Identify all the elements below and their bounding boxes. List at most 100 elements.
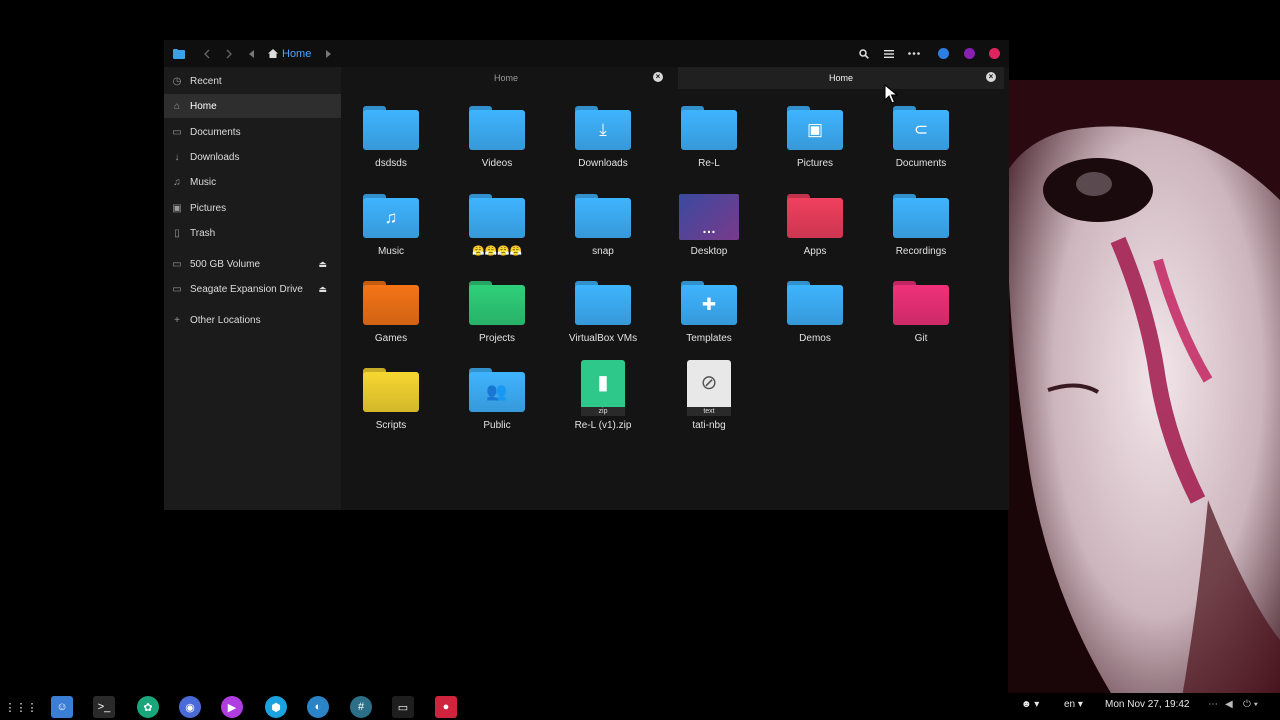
item-label: Apps (803, 246, 827, 257)
finder-icon[interactable]: ☺ (51, 696, 73, 718)
file-type-badge: text (687, 407, 731, 416)
folder-item[interactable]: VirtualBox VMs (553, 273, 653, 359)
item-label: Downloads (578, 158, 628, 169)
clock[interactable]: Mon Nov 27, 19:42 (1105, 699, 1190, 710)
language-label: en (1064, 699, 1076, 710)
item-label: snap (592, 246, 614, 257)
drive-icon: ▭ (172, 258, 182, 270)
network-icon[interactable]: ⋯ (1208, 699, 1218, 710)
item-label: tati-nbg (692, 420, 726, 431)
folder-app-icon (172, 45, 186, 62)
tab-label: Home (828, 73, 853, 83)
tab-close-icon[interactable]: × (653, 72, 663, 82)
folder-item[interactable]: 😤😤😤😤 (447, 186, 547, 272)
folder-item[interactable]: Git (871, 273, 971, 359)
eject-icon[interactable]: ⏏ (318, 259, 327, 270)
sidebar-item-downloads[interactable]: ↓ Downloads (164, 145, 341, 169)
status-face-icon[interactable]: ☻ ▾ (1021, 699, 1039, 710)
folder-item[interactable]: snap (553, 186, 653, 272)
folder-item[interactable]: Projects (447, 273, 547, 359)
sidebar-item-label: Documents (190, 126, 241, 138)
folder-item[interactable]: ⤓ Downloads (553, 98, 653, 184)
list-view-icon[interactable] (881, 45, 897, 62)
file-item[interactable]: … Desktop (659, 186, 759, 272)
sidebar-item-label: Downloads (190, 151, 240, 163)
path-home-button[interactable]: Home (268, 45, 320, 62)
folder-item[interactable]: ▣ Pictures (765, 98, 865, 184)
maximize-button[interactable] (964, 48, 975, 59)
text-file-icon: ⊘ text (687, 360, 731, 416)
home-icon (268, 49, 278, 58)
folder-item[interactable]: Apps (765, 186, 865, 272)
forward-arrow-icon[interactable] (222, 45, 236, 62)
chat-icon[interactable]: # (350, 696, 372, 718)
power-icon[interactable]: ⏻ ▾ (1243, 699, 1258, 710)
folder-icon (575, 281, 631, 327)
tab-home-2[interactable]: Home × (678, 67, 1004, 89)
minimize-button[interactable] (938, 48, 949, 59)
folder-icon (363, 368, 419, 414)
file-item[interactable]: ⊘ text tati-nbg (659, 360, 759, 446)
path-right-icon[interactable] (322, 45, 334, 62)
volume-icon[interactable]: ◀ (1225, 699, 1233, 710)
sidebar-item-other-locations[interactable]: + Other Locations (164, 308, 341, 332)
sidebar-item-home[interactable]: ⌂ Home (164, 94, 341, 118)
terminal-icon[interactable]: >_ (93, 696, 115, 718)
music-icon: ♫ (384, 208, 398, 227)
sidebar: ◷ Recent ⌂ Home ▭ Documents ↓ Downloads ♫ Music ▣ P… (164, 67, 341, 510)
item-label: Public (483, 420, 511, 431)
folder-item[interactable]: Recordings (871, 186, 971, 272)
apps-grid-icon[interactable]: ⋮⋮⋮ (5, 696, 38, 718)
zip-file-icon: ▮ zip (581, 360, 625, 416)
folder-item[interactable]: Re-L (659, 98, 759, 184)
folder-item[interactable]: Demos (765, 273, 865, 359)
path-left-icon[interactable] (246, 45, 258, 62)
openai-icon[interactable]: ✿ (137, 696, 159, 718)
sidebar-item-500-gb-volume[interactable]: ▭ 500 GB Volume ⏏ (164, 252, 341, 276)
zip-icon: ▮ (597, 372, 609, 394)
chromium-icon[interactable]: ◉ (179, 696, 201, 718)
file-item[interactable]: ▮ zip Re-L (v1).zip (553, 360, 653, 446)
folder-icon: ⊂ (893, 106, 949, 152)
recorder-icon[interactable]: ● (435, 696, 457, 718)
sidebar-item-seagate-expansion-drive[interactable]: ▭ Seagate Expansion Drive ⏏ (164, 277, 341, 301)
sidebar-item-documents[interactable]: ▭ Documents (164, 120, 341, 144)
item-label: Videos (481, 158, 513, 169)
folder-item[interactable]: Scripts (341, 360, 441, 446)
close-button[interactable] (989, 48, 1000, 59)
download-icon: ↓ (174, 151, 180, 163)
sidebar-item-music[interactable]: ♫ Music (164, 170, 341, 194)
tab-home-1[interactable]: Home × (341, 67, 671, 89)
folder-icon (787, 281, 843, 327)
item-label: dsdsds (375, 158, 407, 169)
folder-icon (575, 194, 631, 240)
eject-icon[interactable]: ⏏ (318, 284, 327, 295)
header-bar: Home (164, 40, 1009, 67)
media-player-icon[interactable]: ▶ (221, 696, 243, 718)
folder-icon (469, 194, 525, 240)
console-icon[interactable]: ▭ (392, 696, 414, 718)
sidebar-item-label: Recent (190, 75, 222, 87)
search-icon[interactable] (856, 45, 872, 62)
folder-item[interactable]: Videos (447, 98, 547, 184)
sidebar-item-pictures[interactable]: ▣ Pictures (164, 196, 341, 220)
folder-item[interactable]: Games (341, 273, 441, 359)
folder-icon: ♫ (363, 194, 419, 240)
language-indicator[interactable]: en ▾ (1064, 699, 1083, 710)
download-icon: ⤓ (599, 120, 607, 139)
browser-wave-icon[interactable]: ◐ (307, 696, 329, 718)
tab-close-icon[interactable]: × (986, 72, 996, 82)
folder-item[interactable]: ♫ Music (341, 186, 441, 272)
sidebar-item-recent[interactable]: ◷ Recent (164, 69, 341, 93)
folder-item[interactable]: dsdsds (341, 98, 441, 184)
back-arrow-icon[interactable] (200, 45, 214, 62)
sidebar-item-label: Home (190, 100, 217, 112)
menu-dots-icon[interactable] (906, 45, 922, 62)
box-icon[interactable]: ⬢ (265, 696, 287, 718)
folder-item[interactable]: ✚ Templates (659, 273, 759, 359)
sidebar-item-trash[interactable]: ▯ Trash (164, 221, 341, 245)
folder-item[interactable]: 👥 Public (447, 360, 547, 446)
folder-item[interactable]: ⊂ Documents (871, 98, 971, 184)
image-icon: ▣ (172, 202, 182, 214)
item-label: Games (374, 333, 408, 344)
